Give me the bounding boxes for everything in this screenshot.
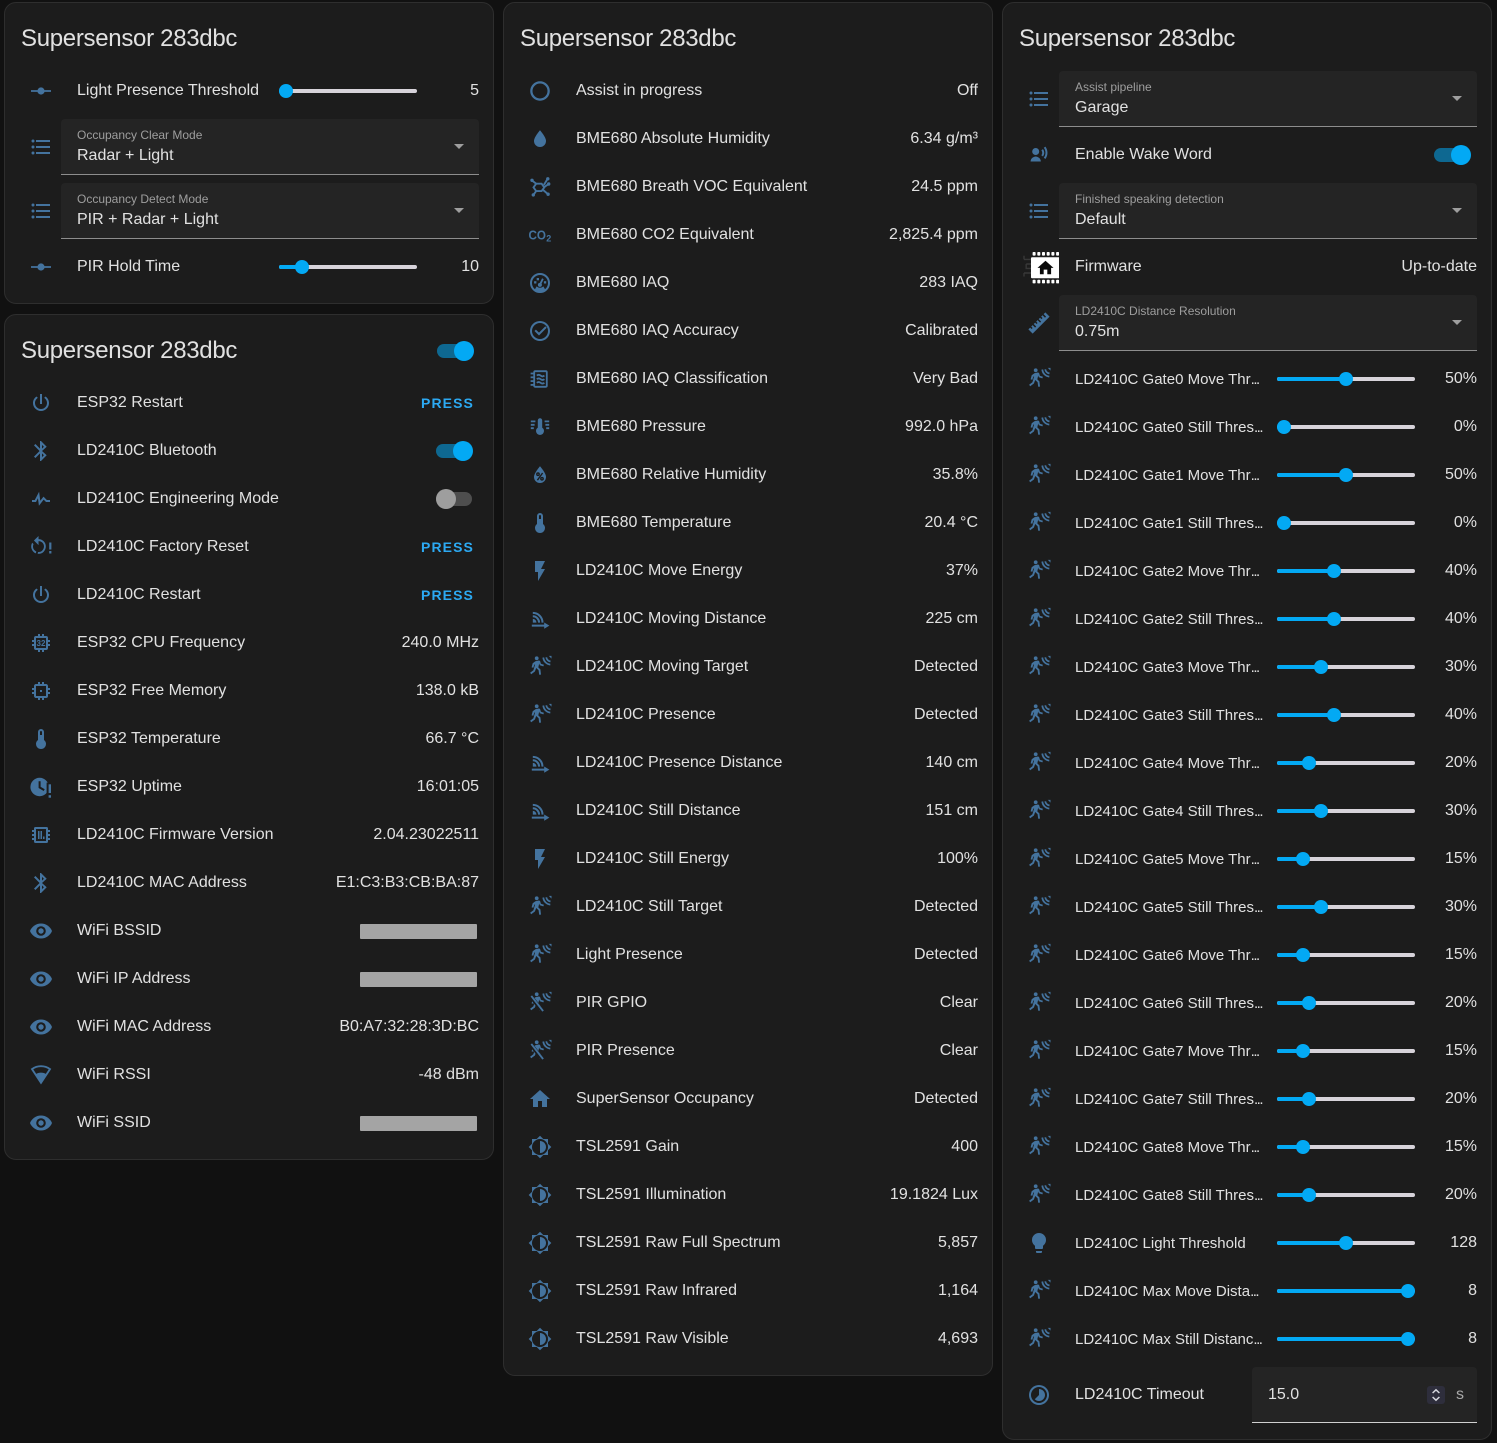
- svg-text:CO: CO: [529, 229, 547, 243]
- svg-text:32: 32: [37, 639, 46, 648]
- svg-text:2: 2: [546, 233, 551, 243]
